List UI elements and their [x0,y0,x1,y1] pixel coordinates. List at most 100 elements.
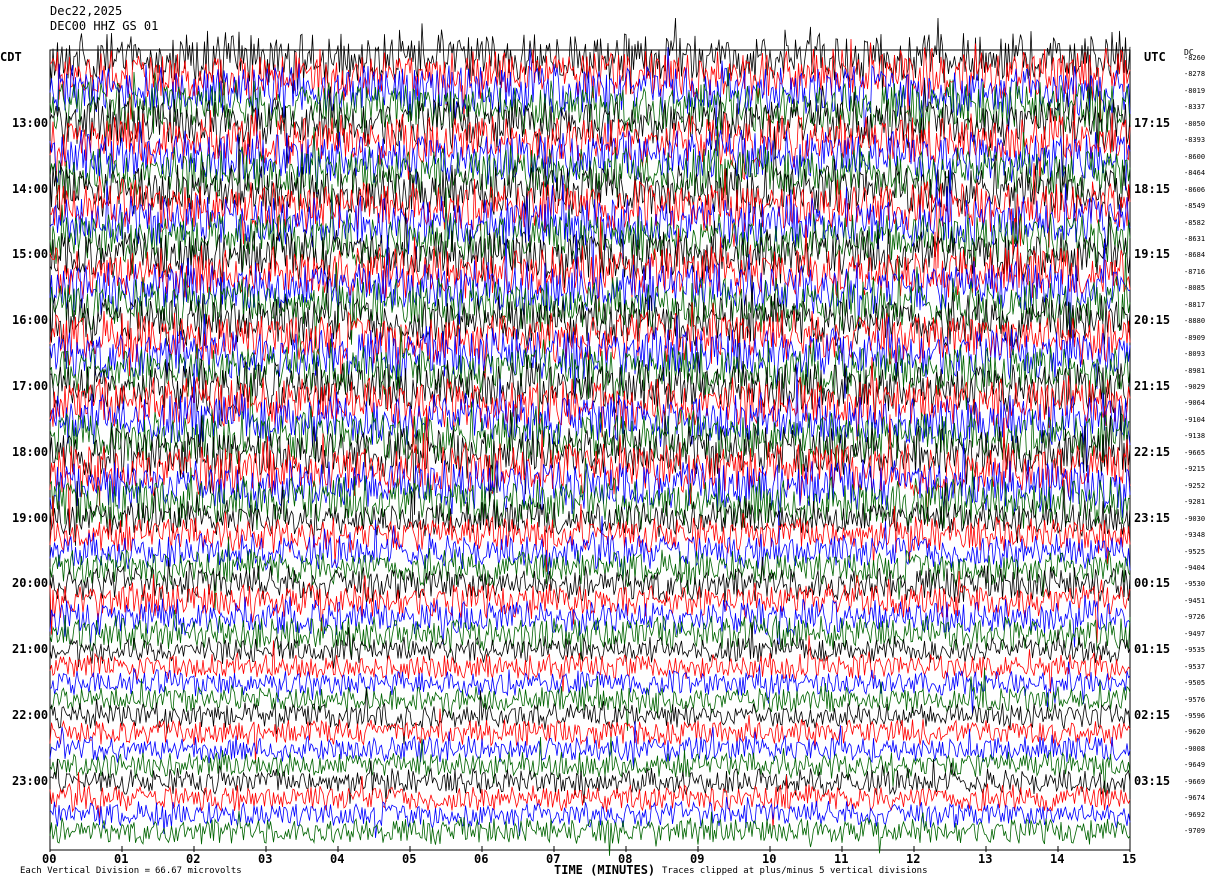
left-hour-label: 19:00 [12,510,49,525]
dc-offset-label: -8600 [1184,152,1206,161]
dc-offset-label: -9692 [1184,810,1206,819]
dc-offset-label: -8050 [1184,119,1206,128]
x-tick-label: 11 [834,852,849,866]
dc-offset-label: -8093 [1184,350,1206,359]
trace-line [49,47,1131,146]
footer-clip-note: Traces clipped at plus/minus 5 vertical … [662,866,928,876]
trace-line [49,479,1131,546]
right-hour-label: 22:15 [1134,444,1171,459]
x-tick-label: 13 [978,852,993,866]
dc-offset-label: -9404 [1184,563,1206,572]
dc-offset-label: -9497 [1184,629,1206,638]
dc-offset-label: -9281 [1184,498,1206,507]
right-hour-label: 18:15 [1134,181,1171,196]
dc-offset-label: -9029 [1184,383,1206,391]
trace-line [49,758,1131,804]
footer-division-label: Each Vertical Division = [20,866,151,876]
dc-offset-label: -8606 [1184,185,1206,194]
right-hour-label: 00:15 [1134,576,1171,591]
left-hour-label: 22:00 [12,708,49,722]
dc-offset-label: -8582 [1184,218,1206,227]
trace-line [49,495,1131,572]
dc-offset-label: -8981 [1184,366,1206,375]
x-tick-label: 00 [42,852,57,866]
dc-offset-label: -8631 [1184,234,1206,243]
dc-offset-label: -9674 [1184,794,1206,803]
right-hour-label: 17:15 [1134,115,1171,130]
dc-offset-label: -8260 [1184,54,1206,62]
left-hour-label: 18:00 [12,444,49,459]
dc-offset-label: -9669 [1184,777,1206,786]
date-label: Dec22,2025 [50,4,123,18]
right-hour-label: 20:15 [1134,313,1171,328]
right-hour-label: 19:15 [1134,247,1171,262]
left-hour-label: 14:00 [12,181,49,196]
dc-offset-label: -9530 [1184,580,1206,589]
trace-line [49,622,1131,669]
dc-offset-label: -8019 [1184,86,1206,95]
dc-offset-label: -9665 [1184,448,1206,457]
dc-offset-label: -8549 [1184,202,1206,211]
dc-offset-label: -8393 [1184,136,1206,145]
dc-offset-label: -9576 [1184,695,1206,704]
right-hour-label: 21:15 [1134,379,1171,393]
dc-offset-label: -9030 [1184,514,1206,523]
footer-division-value: 66.67 microvolts [155,866,242,876]
helicorder-plot [49,17,1131,856]
dc-offset-label: -8337 [1184,103,1206,112]
right-hour-label: 03:15 [1134,773,1171,788]
dc-offset-label: -8464 [1184,169,1206,178]
left-axis-title: CDT [0,50,22,64]
x-tick-label: 05 [402,852,417,866]
dc-offset-label: -8909 [1184,333,1206,342]
dc-offset-label: -9505 [1184,679,1206,688]
dc-offset-label: -8817 [1184,300,1206,309]
dc-offset-label: -9008 [1184,744,1206,753]
left-hour-label: 23:00 [12,773,49,788]
left-hour-label: 20:00 [12,576,49,591]
dc-offset-label: -8085 [1184,284,1206,293]
x-tick-label: 02 [186,852,201,866]
x-tick-label: 04 [330,852,345,866]
left-hour-label: 15:00 [12,247,49,262]
dc-offset-label: -9064 [1184,399,1206,408]
left-hour-label: 16:00 [12,313,49,328]
trace-line [49,536,1131,611]
dc-offset-label: -9138 [1184,432,1206,441]
dc-offset-label: -8278 [1184,70,1206,79]
x-tick-label: 12 [906,852,921,866]
dc-offset-label: -9620 [1184,728,1206,737]
dc-offset-label: -9451 [1184,596,1206,605]
dc-offset-label: -8880 [1184,317,1206,326]
right-hour-label: 02:15 [1134,708,1171,722]
left-hour-label: 13:00 [12,115,49,130]
dc-offset-label: -8684 [1184,251,1206,260]
dc-offset-label: -9525 [1184,547,1206,556]
dc-offset-label: -9596 [1184,712,1206,720]
x-tick-label: 03 [258,852,273,866]
dc-offset-label: -9726 [1184,613,1206,622]
dc-offset-label: -9649 [1184,761,1206,770]
dc-offset-label: -9104 [1184,415,1206,424]
x-tick-label: 01 [114,852,129,866]
left-hour-label: 17:00 [12,379,49,393]
right-axis-title: UTC [1144,50,1166,64]
x-tick-label: 14 [1050,852,1065,866]
dc-offset-label: -8716 [1184,267,1206,276]
x-tick-label: 09 [690,852,705,866]
right-hour-label: 01:15 [1134,642,1171,657]
station-label: DEC00 HHZ GS 01 [50,19,159,33]
left-hour-label: 21:00 [12,642,49,657]
trace-line [49,667,1131,731]
dc-offset-label: -9252 [1184,481,1206,490]
x-tick-label: 15 [1122,852,1137,866]
right-hour-label: 23:15 [1134,510,1171,525]
dc-offset-label: -9535 [1184,646,1206,655]
dc-offset-label: -9215 [1184,465,1206,474]
x-tick-label: 06 [474,852,489,866]
trace-line [49,117,1131,211]
dc-offset-label: -9348 [1184,531,1206,540]
x-axis-label: TIME (MINUTES) [554,863,656,877]
dc-offset-label: -9709 [1184,827,1206,836]
x-tick-label: 10 [762,852,777,866]
